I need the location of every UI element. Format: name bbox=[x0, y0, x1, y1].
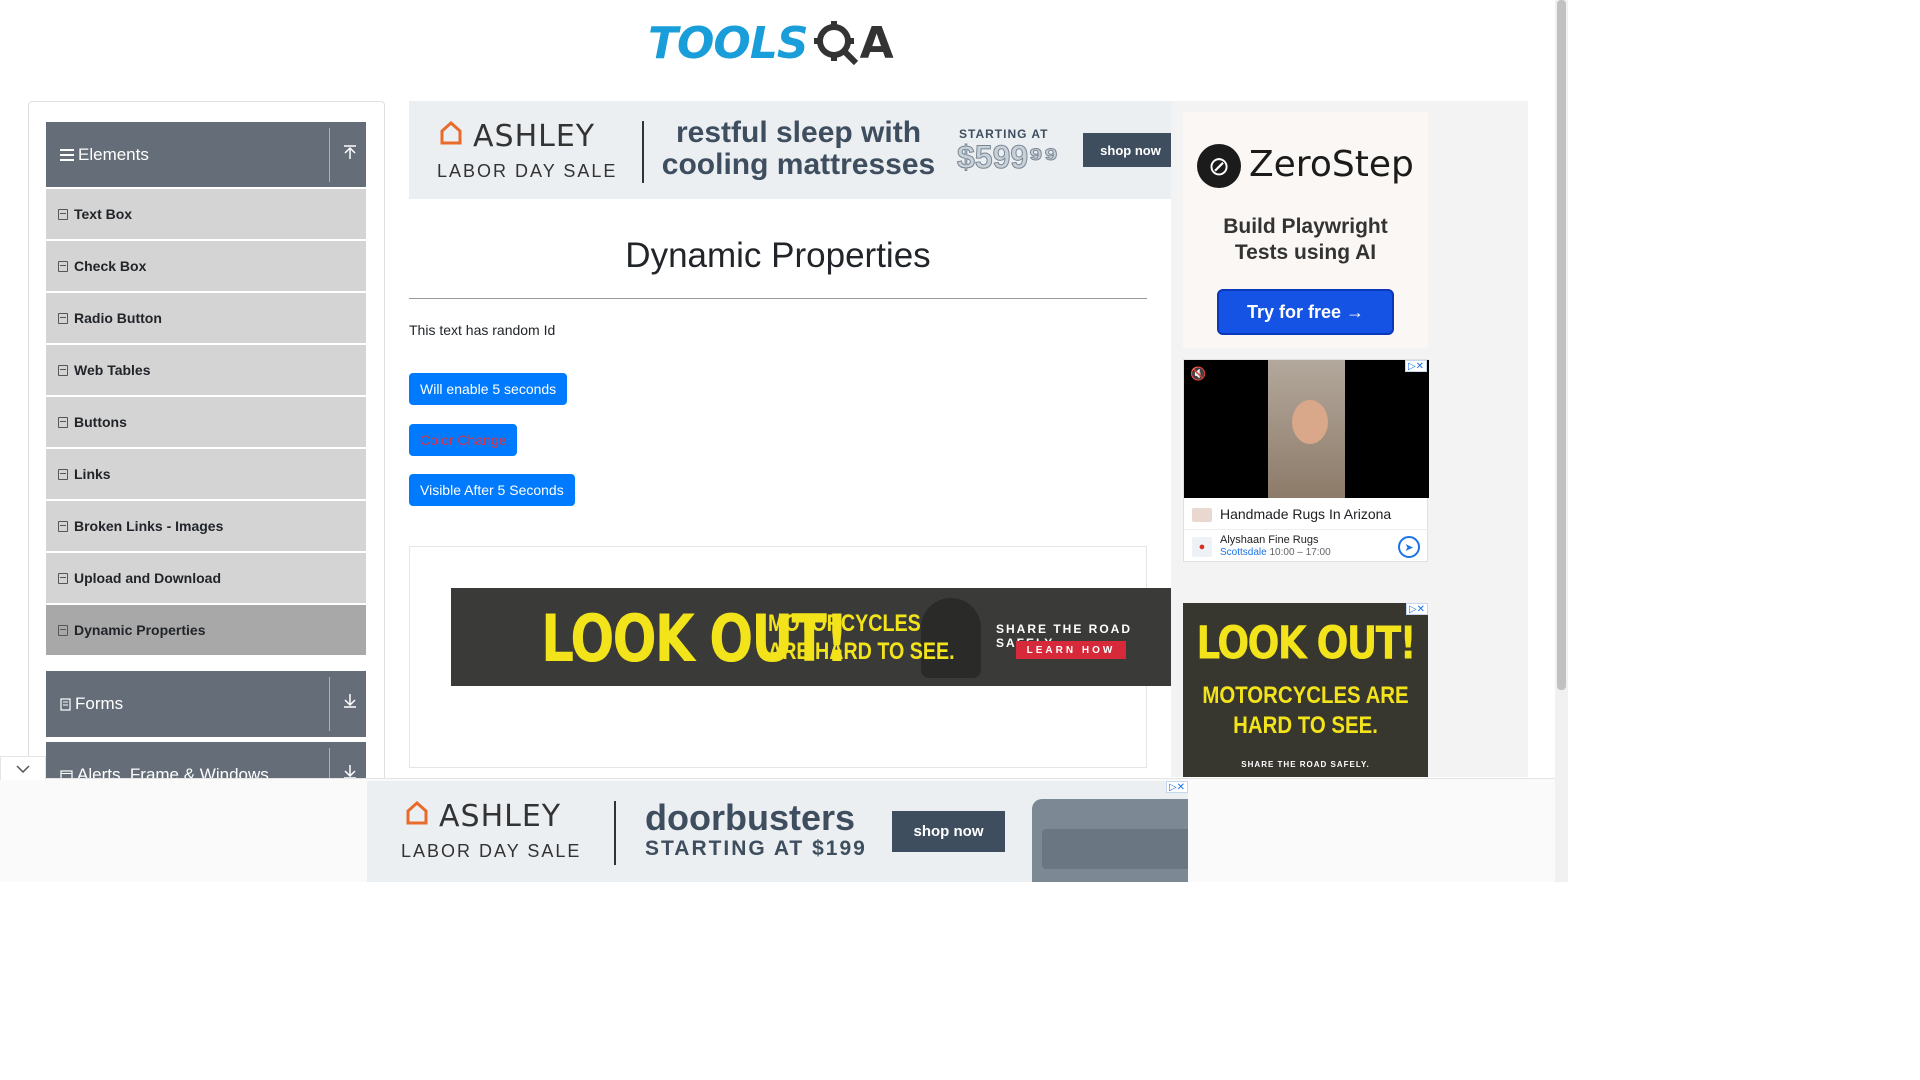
adchoices-icon[interactable]: ▷✕ bbox=[1405, 360, 1427, 372]
zerostep-ad[interactable]: ⊘ ZeroStep Build Playwright Tests using … bbox=[1183, 112, 1428, 348]
group-title: Elements bbox=[78, 145, 149, 164]
ad-headline: restful sleep with cooling mattresses bbox=[661, 116, 936, 181]
ad-starting-at: STARTING AT $199 bbox=[645, 837, 867, 860]
ad-motorcycles-text: MOTORCYCLES ARE HARD TO SEE. bbox=[768, 610, 955, 665]
sidebar-item-buttons[interactable]: Buttons bbox=[46, 395, 366, 447]
video-player[interactable]: 🔇 bbox=[1184, 360, 1429, 498]
sidebar-item-radio-button[interactable]: Radio Button bbox=[46, 291, 366, 343]
sidebar-item-check-box[interactable]: Check Box bbox=[46, 239, 366, 291]
zerostep-logo-icon: ⊘ bbox=[1197, 144, 1241, 188]
list-icon bbox=[58, 572, 68, 584]
video-ad-title: Handmade Rugs In Arizona bbox=[1220, 506, 1392, 522]
ad-sale-text: LABOR DAY SALE bbox=[401, 841, 582, 861]
page: TOOLS A Elements Text Box Check Box Radi… bbox=[0, 0, 1568, 882]
map-pin-icon: ● bbox=[1192, 537, 1212, 557]
sidebar-item-text-box[interactable]: Text Box bbox=[46, 187, 366, 239]
collapse-ad-chevron-down-icon[interactable] bbox=[0, 756, 46, 780]
sidebar-item-links[interactable]: Links bbox=[46, 447, 366, 499]
list-icon bbox=[58, 416, 68, 428]
ad-price: $599⁹⁹ bbox=[957, 139, 1060, 176]
business-name: Alyshaan Fine Rugs bbox=[1220, 534, 1319, 546]
sidebar-item-web-tables[interactable]: Web Tables bbox=[46, 343, 366, 395]
ad-brand: ASHLEY bbox=[439, 799, 562, 834]
title-divider bbox=[409, 298, 1147, 299]
collapse-up-icon[interactable] bbox=[342, 144, 358, 164]
directions-icon[interactable]: ➤ bbox=[1398, 536, 1420, 558]
shop-now-button[interactable]: shop now bbox=[892, 811, 1005, 852]
learn-how-button[interactable]: LEARN HOW bbox=[1016, 641, 1126, 659]
list-icon bbox=[58, 468, 68, 480]
ashley-bottom-ad[interactable]: ▷✕ ASHLEY LABOR DAY SALE doorbusters STA… bbox=[367, 781, 1188, 882]
sidebar-item-upload-download[interactable]: Upload and Download bbox=[46, 551, 366, 603]
logo-tools-text: TOOLS bbox=[648, 17, 809, 69]
house-icon bbox=[406, 801, 428, 825]
document-icon bbox=[60, 697, 71, 711]
video-ad[interactable]: 🔇 ▷✕ Handmade Rugs In Arizona ● Alyshaan… bbox=[1183, 359, 1429, 562]
motorcycle-banner-ad[interactable]: LOOK OUT! MOTORCYCLES ARE HARD TO SEE. S… bbox=[451, 588, 1171, 686]
logo-a-text: A bbox=[859, 17, 894, 69]
ad-sale-text: LABOR DAY SALE bbox=[437, 161, 618, 181]
shop-now-button[interactable]: shop now bbox=[1083, 133, 1171, 167]
logo-qa-mark: A bbox=[812, 18, 894, 69]
hamburger-icon bbox=[60, 149, 74, 161]
elements-menu: Text Box Check Box Radio Button Web Tabl… bbox=[46, 187, 366, 655]
enable-after-button[interactable]: Will enable 5 seconds bbox=[409, 373, 568, 405]
ashley-top-ad[interactable]: ASHLEY LABOR DAY SALE restful sleep with… bbox=[409, 101, 1171, 199]
list-icon bbox=[58, 520, 68, 532]
ad-brand: ASHLEY bbox=[473, 119, 596, 154]
page-scrollbar[interactable] bbox=[1555, 0, 1568, 882]
list-icon bbox=[58, 364, 68, 376]
motorcycle-side-ad[interactable]: ▷✕ LOOK OUT! MOTORCYCLES ARE HARD TO SEE… bbox=[1183, 603, 1428, 777]
group-title: Forms bbox=[75, 694, 124, 713]
group-forms[interactable]: Forms bbox=[46, 671, 366, 737]
page-title: Dynamic Properties bbox=[625, 236, 931, 275]
sidebar-item-dynamic-properties[interactable]: Dynamic Properties bbox=[46, 603, 366, 655]
try-for-free-button[interactable]: Try for free → bbox=[1217, 289, 1394, 335]
list-icon bbox=[58, 260, 68, 272]
advertiser-logo-icon bbox=[1192, 508, 1212, 522]
random-id-text: This text has random Id bbox=[409, 322, 556, 338]
color-change-button[interactable]: Color Change bbox=[409, 424, 518, 456]
mute-icon[interactable]: 🔇 bbox=[1190, 366, 1206, 382]
list-icon bbox=[58, 208, 68, 220]
visible-after-button[interactable]: Visible After 5 Seconds bbox=[409, 474, 575, 506]
zerostep-tagline: Build Playwright Tests using AI bbox=[1223, 215, 1388, 264]
list-icon bbox=[58, 624, 68, 636]
group-elements[interactable]: Elements bbox=[46, 122, 366, 188]
gear-magnifier-icon bbox=[813, 21, 858, 66]
toolsqa-logo[interactable]: TOOLS A bbox=[648, 12, 894, 74]
sofa-image bbox=[1032, 799, 1188, 882]
ad-motorcycles-text: MOTORCYCLES ARE HARD TO SEE. bbox=[1202, 682, 1409, 739]
sidebar-item-broken-links[interactable]: Broken Links - Images bbox=[46, 499, 366, 551]
house-icon bbox=[440, 121, 462, 145]
zerostep-name: ZeroStep bbox=[1249, 144, 1414, 185]
ad-look-out: LOOK OUT! bbox=[1196, 616, 1417, 670]
left-panel: Elements Text Box Check Box Radio Button… bbox=[28, 101, 385, 801]
expand-down-icon[interactable] bbox=[342, 693, 358, 713]
ad-headline: doorbusters bbox=[645, 797, 856, 838]
ad-share-road: SHARE THE ROAD SAFELY. bbox=[1241, 760, 1370, 769]
adchoices-icon[interactable]: ▷✕ bbox=[1166, 781, 1188, 793]
business-location: Scottsdale 10:00 – 17:00 bbox=[1220, 547, 1331, 558]
adchoices-icon[interactable]: ▷✕ bbox=[1406, 603, 1428, 615]
list-icon bbox=[58, 312, 68, 324]
scrollbar-thumb[interactable] bbox=[1557, 0, 1566, 690]
